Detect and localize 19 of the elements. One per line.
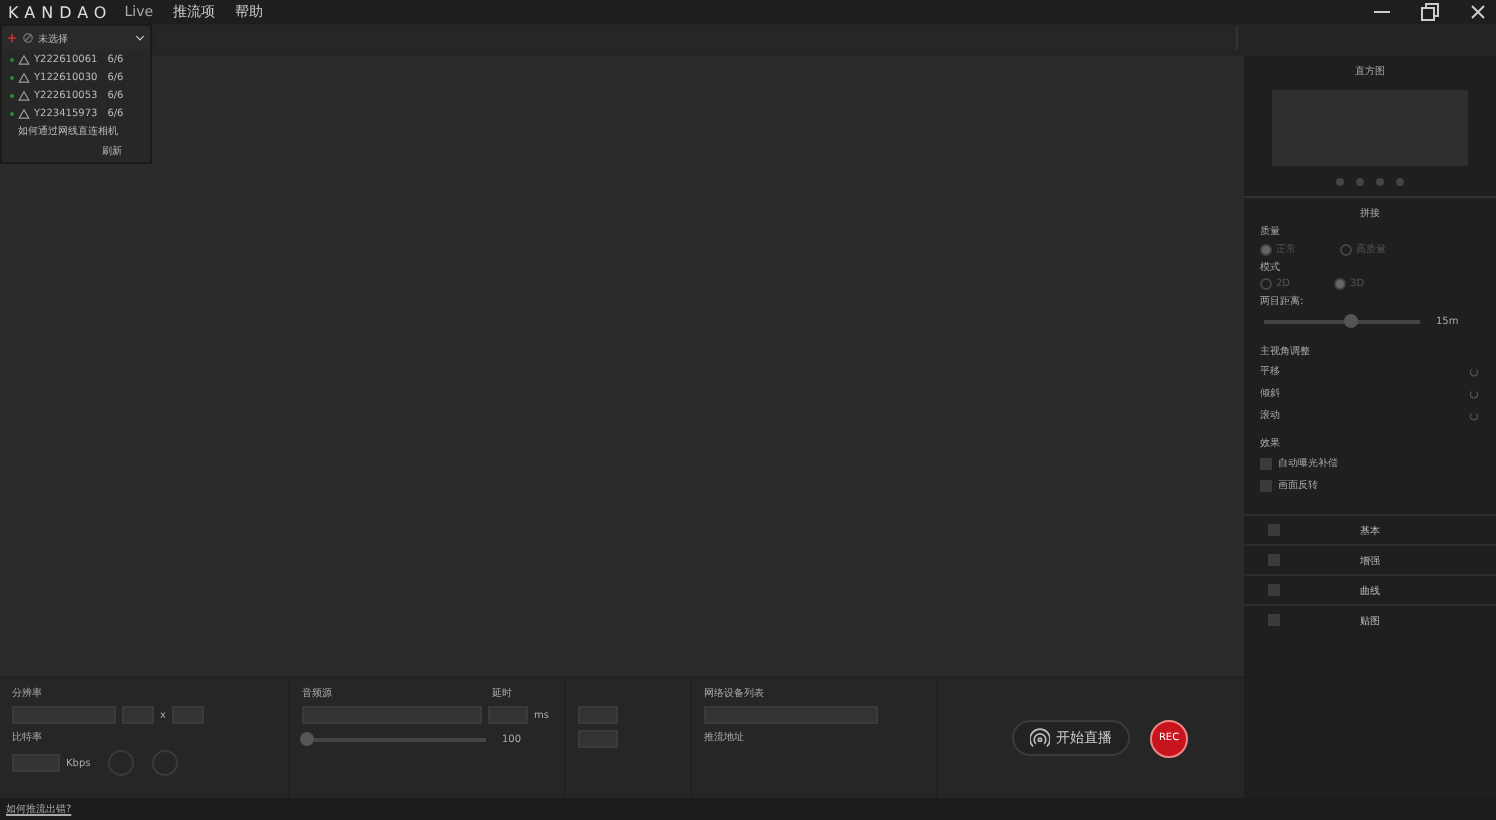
restore-icon[interactable]: [1420, 2, 1440, 22]
broadcast-icon: [1030, 728, 1050, 748]
close-icon[interactable]: [1468, 2, 1488, 22]
chevron-down-icon: [134, 32, 146, 44]
channel-dot[interactable]: [1356, 178, 1364, 186]
app-logo: KANDAO: [8, 3, 113, 21]
slider-thumb[interactable]: [300, 732, 314, 746]
channel-dot[interactable]: [1376, 178, 1384, 186]
slider-thumb[interactable]: [1343, 314, 1358, 328]
add-icon[interactable]: [6, 32, 18, 44]
checkbox[interactable]: [1260, 479, 1272, 491]
checkbox[interactable]: [1268, 524, 1280, 536]
channel-dot[interactable]: [1396, 178, 1404, 186]
checkbox[interactable]: [1268, 584, 1280, 596]
checkbox[interactable]: [1268, 554, 1280, 566]
checkbox[interactable]: [1260, 457, 1272, 469]
checkbox[interactable]: [1268, 614, 1280, 626]
channel-dot[interactable]: [1336, 178, 1344, 186]
slash-circle-icon: [22, 32, 34, 44]
